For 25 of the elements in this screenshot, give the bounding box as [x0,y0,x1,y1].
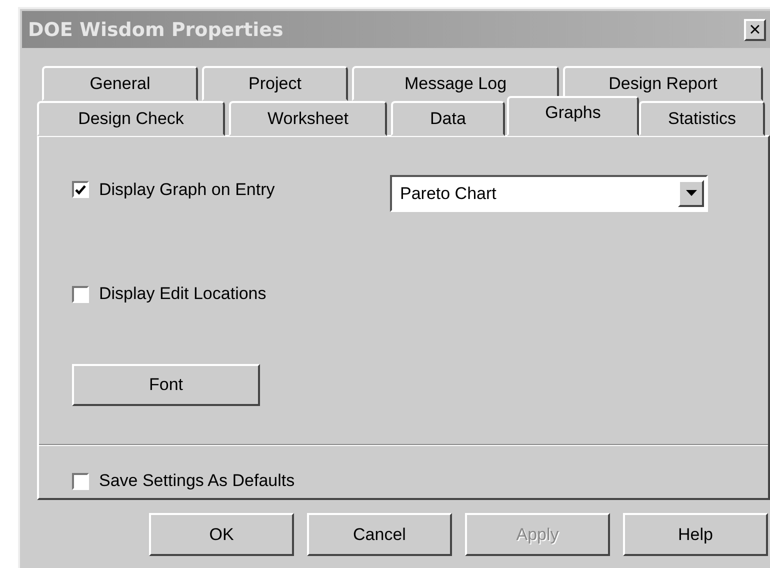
dropdown-value: Pareto Chart [400,184,496,204]
checkbox[interactable] [72,286,89,302]
tab[interactable]: Data [391,101,505,136]
tab[interactable]: Message Log [352,66,559,101]
close-button[interactable]: × [744,18,766,40]
dialog-button[interactable]: Cancel [307,513,452,556]
tab[interactable]: Graphs [507,96,639,136]
tab[interactable]: Design Check [37,101,225,136]
tab[interactable]: Statistics [639,101,765,136]
checkbox[interactable] [72,181,89,198]
tab[interactable]: Project [202,66,348,101]
dialog-button[interactable]: Help [623,513,768,556]
dialog-button[interactable]: OK [149,513,294,556]
dropdown-arrow-icon [686,190,696,197]
graph-type-dropdown[interactable]: Pareto Chart [390,175,708,212]
checkbox-label: Save Settings As Defaults [99,471,295,491]
checkbox-label: Display Edit Locations [99,284,266,304]
checkbox-label: Display Graph on Entry [99,180,275,200]
font-button[interactable]: Font [72,364,260,406]
checkmark-icon [75,184,86,194]
tab[interactable]: Worksheet [229,101,387,136]
tab[interactable]: Design Report [563,66,763,101]
window-title: DOE Wisdom Properties [28,18,284,40]
checkbox[interactable] [72,472,89,490]
tab[interactable]: General [42,66,198,101]
